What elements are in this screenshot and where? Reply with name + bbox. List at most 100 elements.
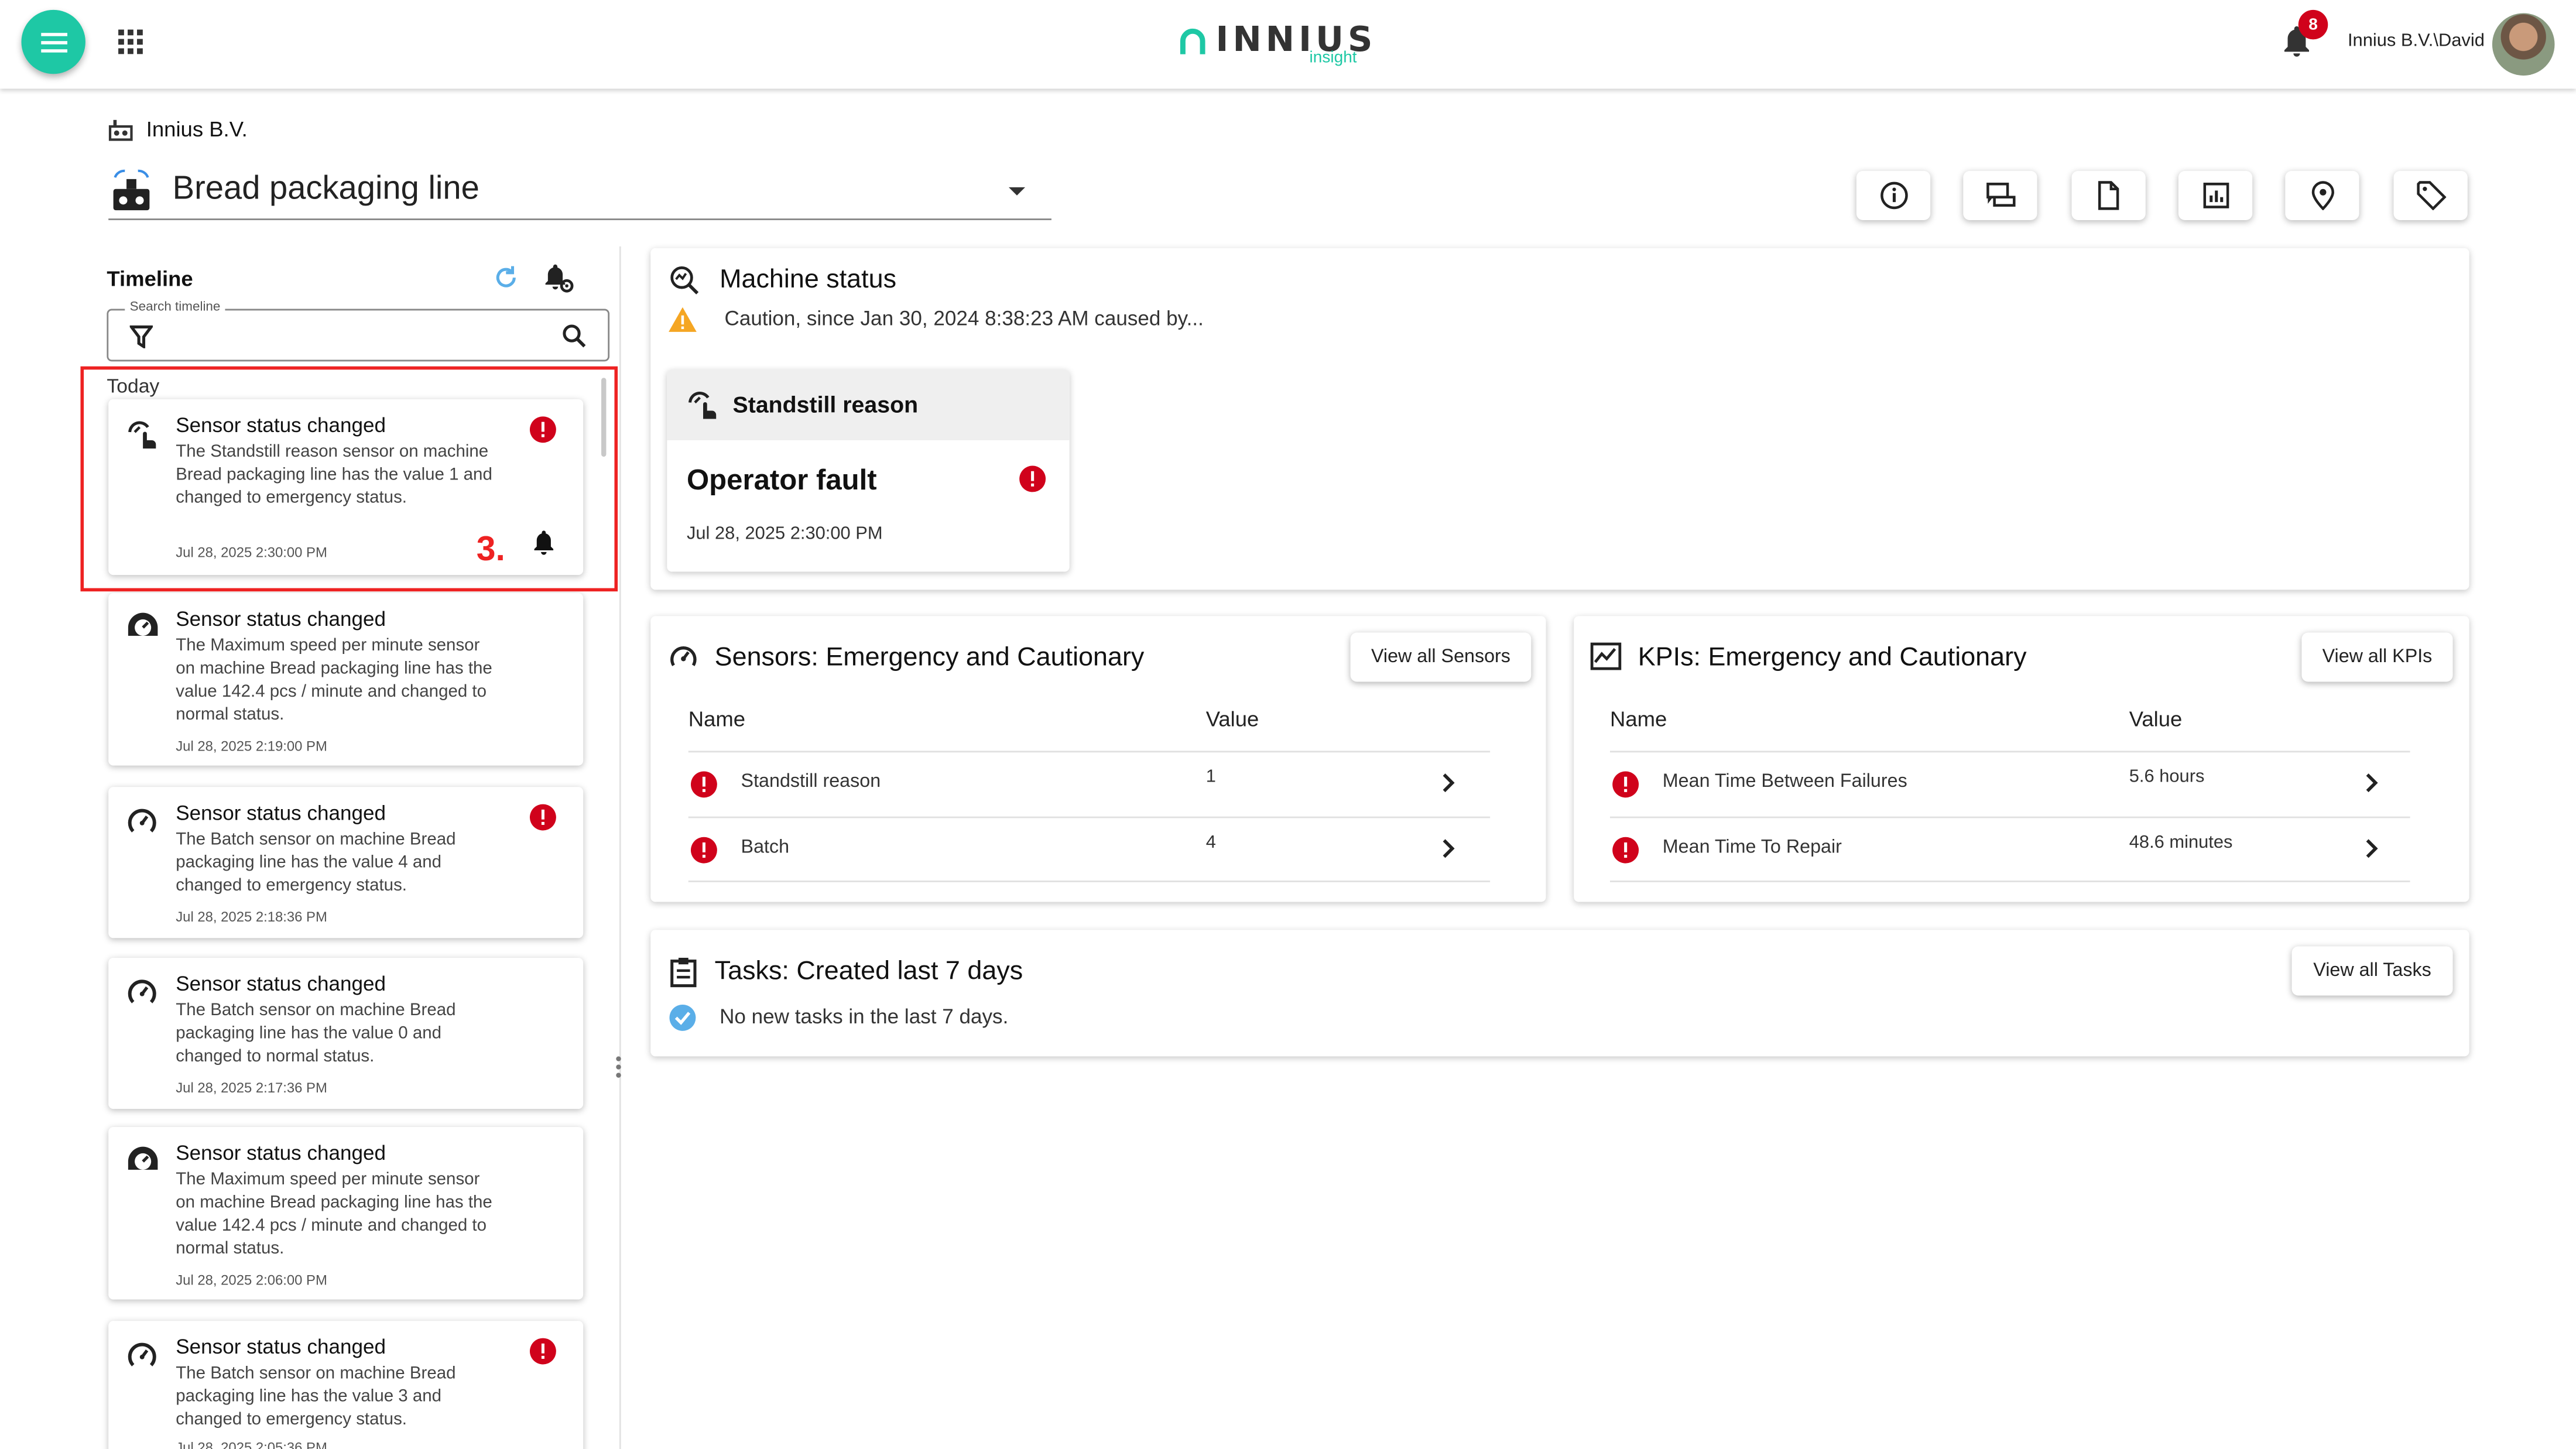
hand-gauge-icon (126, 417, 159, 450)
standstill-reason-card[interactable]: Standstill reason Operator fault Jul 28,… (667, 369, 1070, 572)
machine-status-title: Machine status (720, 266, 897, 294)
timeline-item-time: Jul 28, 2025 2:17:36 PM (176, 1079, 327, 1096)
gauge-icon (126, 976, 157, 1007)
warning-icon (669, 307, 697, 332)
timeline-item-desc: The Maximum speed per minute sensor on m… (176, 1169, 492, 1259)
machine-status-icon (670, 266, 699, 294)
search-icon[interactable] (562, 324, 587, 348)
breadcrumb[interactable]: Innius B.V. (108, 117, 248, 141)
timeline-item-time: Jul 28, 2025 2:30:00 PM (176, 543, 327, 560)
machine-name: Bread packaging line (172, 170, 479, 207)
timeline-item-title: Sensor status changed (176, 1142, 386, 1165)
apps-grid-icon[interactable] (118, 29, 143, 54)
timeline-item[interactable]: Sensor status changed The Maximum speed p… (108, 593, 584, 766)
timeline-item[interactable]: Sensor status changed The Standstill reas… (108, 399, 584, 576)
gauge-icon (126, 805, 157, 836)
emergency-icon (529, 803, 557, 831)
speed-gauge-icon (126, 611, 159, 638)
row-value: 5.6 hours (2129, 767, 2205, 787)
speed-gauge-icon (126, 1145, 159, 1171)
step-marker: 3. (476, 530, 505, 568)
panel-divider (619, 246, 621, 1449)
row-name: Batch (741, 838, 790, 858)
chevron-right-icon (2364, 838, 2379, 859)
tasks-empty-text: No new tasks in the last 7 days. (720, 1005, 1009, 1029)
site-name: Innius B.V. (146, 117, 248, 142)
avatar[interactable] (2492, 13, 2555, 76)
emergency-icon (1612, 836, 1640, 864)
emergency-icon (1019, 465, 1046, 492)
row-value: 4 (1205, 833, 1216, 853)
view-all-sensors-button[interactable]: View all Sensors (1350, 632, 1532, 682)
view-all-tasks-button[interactable]: View all Tasks (2291, 946, 2453, 996)
timeline-item-title: Sensor status changed (176, 1335, 386, 1359)
view-all-kpis-button[interactable]: View all KPIs (2301, 632, 2453, 682)
row-name: Mean Time Between Failures (1662, 772, 1907, 792)
search-timeline-input[interactable]: Search timeline (107, 299, 610, 362)
table-row[interactable]: Standstill reason 1 (688, 752, 1490, 816)
col-name: Name (688, 706, 746, 731)
emergency-icon (690, 770, 718, 799)
kpis-title: KPIs: Emergency and Cautionary (1638, 643, 2027, 672)
card-value: Operator fault (686, 463, 877, 496)
chat-button[interactable] (1963, 170, 2037, 221)
chat-icon (1985, 183, 2015, 207)
info-button[interactable] (1856, 170, 1931, 221)
col-name: Name (1609, 706, 1667, 731)
document-button[interactable] (2071, 170, 2146, 221)
emergency-icon (529, 1337, 557, 1365)
row-value: 1 (1205, 767, 1216, 787)
tasks-panel (650, 930, 2469, 1057)
timeline-item-title: Sensor status changed (176, 972, 386, 996)
col-value: Value (2129, 706, 2183, 731)
report-icon (2202, 183, 2228, 208)
timeline-item-time: Jul 28, 2025 2:18:36 PM (176, 908, 327, 925)
timeline-item-desc: The Batch sensor on machine Bread packag… (176, 1000, 456, 1067)
table-row[interactable]: Batch 4 (688, 816, 1491, 881)
timeline-item-title: Sensor status changed (176, 608, 386, 631)
timeline-item-title: Sensor status changed (176, 414, 386, 437)
report-button[interactable] (2178, 170, 2253, 221)
caution-text[interactable]: Caution, since Jan 30, 2024 8:38:23 AM c… (724, 307, 1203, 330)
user-name[interactable]: Innius B.V.\David (2348, 31, 2485, 51)
machine-select[interactable]: Bread packaging line (108, 161, 1051, 221)
timeline-item[interactable]: Sensor status changed The Batch sensor on… (108, 1321, 584, 1449)
clipboard-icon (670, 957, 697, 988)
table-row[interactable]: Mean Time To Repair 48.6 minutes (1609, 816, 2410, 881)
logo-subtext: insight (1309, 49, 1357, 68)
timeline-item-time: Jul 28, 2025 2:06:00 PM (176, 1271, 327, 1288)
notification-count-badge: 8 (2298, 9, 2328, 40)
timeline-item-desc: The Standstill reason sensor on machine … (176, 441, 492, 508)
chevron-right-icon (1441, 838, 1455, 859)
emergency-icon (690, 836, 718, 864)
row-name: Mean Time To Repair (1662, 838, 1842, 858)
hand-gauge-icon (688, 392, 717, 419)
timeline-item[interactable]: Sensor status changed The Maximum speed p… (108, 1126, 584, 1300)
scrollbar[interactable] (601, 378, 607, 457)
subscribe-bell-icon[interactable] (532, 529, 555, 556)
chevron-right-icon (2364, 772, 2379, 793)
timeline-group-label: Today (107, 374, 160, 398)
resize-handle[interactable] (616, 1056, 621, 1078)
filter-icon[interactable] (129, 325, 153, 348)
timeline-item[interactable]: Sensor status changed The Batch sensor on… (108, 787, 584, 938)
refresh-icon[interactable] (493, 265, 519, 291)
hamburger-icon (40, 32, 67, 52)
timeline-item[interactable]: Sensor status changed The Batch sensor on… (108, 957, 584, 1109)
sensors-title: Sensors: Emergency and Cautionary (714, 643, 1145, 672)
tag-button[interactable] (2393, 170, 2468, 221)
machine-icon (113, 169, 150, 210)
notification-settings-icon[interactable] (544, 263, 575, 294)
logo-mark-icon (1180, 28, 1205, 54)
table-divider (1609, 881, 2410, 882)
tasks-title: Tasks: Created last 7 days (714, 957, 1023, 986)
table-row[interactable]: Mean Time Between Failures 5.6 hours (1610, 752, 2410, 816)
row-value: 48.6 minutes (2129, 833, 2233, 853)
chart-icon (1590, 642, 1622, 670)
card-header: Standstill reason (732, 390, 919, 417)
menu-button[interactable] (21, 9, 85, 74)
info-icon (1879, 181, 1907, 210)
check-circle-icon (669, 1004, 696, 1031)
location-button[interactable] (2285, 170, 2359, 221)
tag-icon (2416, 181, 2445, 211)
